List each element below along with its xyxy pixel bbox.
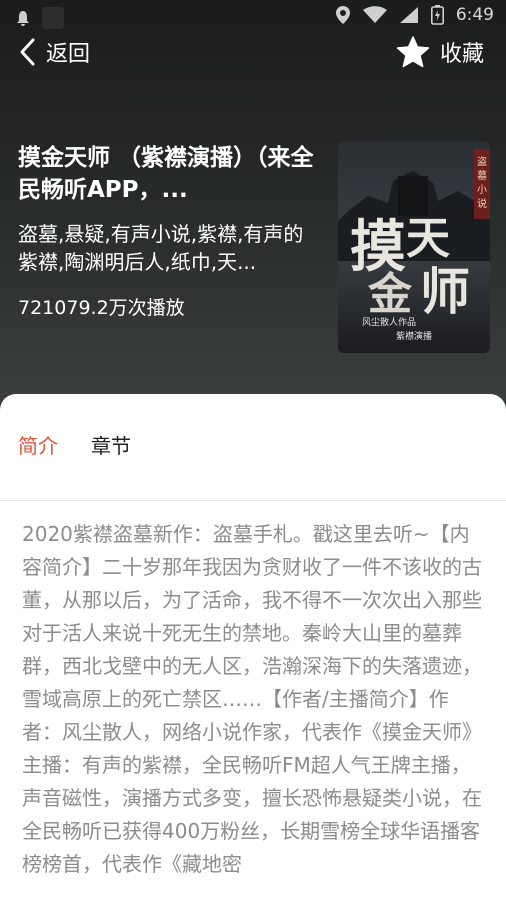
tab-intro[interactable]: 简介	[18, 430, 58, 459]
status-time: 6:49	[455, 5, 494, 25]
favorite-label: 收藏	[439, 42, 484, 67]
location-icon	[335, 6, 350, 24]
status-bar: 6:49	[0, 0, 506, 34]
album-description: 2020紫襟盗墓新作：盗墓手札。戳这里去听~【内容简介】二十岁那年我因为贪财收了…	[22, 522, 482, 876]
cover-subtitle: 风尘散人作品	[362, 316, 416, 328]
notification-icon	[17, 11, 29, 26]
svg-text:墓: 墓	[477, 169, 487, 182]
svg-text:小: 小	[477, 184, 487, 196]
app-icon	[42, 7, 64, 29]
album-cover: 盗 墓 小 说 摸 天 金 师 风尘散人作品 紫襟演播	[338, 141, 490, 353]
star-icon	[396, 36, 430, 68]
back-label: 返回	[46, 42, 91, 67]
cover-side-text: 盗	[477, 155, 487, 168]
favorite-button[interactable]: 收藏	[396, 36, 484, 68]
svg-text:师: 师	[420, 262, 470, 321]
album-title: 摸金天师 （紫襟演播）（来全民畅听APP，...	[18, 145, 314, 203]
content-sheet: 简介 章节 2020紫襟盗墓新作：盗墓手札。戳这里去听~【内容简介】二十岁那年我…	[0, 394, 506, 900]
battery-icon	[430, 5, 444, 25]
top-bar: 返回 收藏	[0, 34, 506, 74]
back-button[interactable]: 返回	[18, 36, 90, 68]
wifi-icon	[362, 6, 387, 23]
chevron-left-icon	[20, 38, 35, 66]
tab-bar: 简介 章节	[0, 430, 506, 470]
divider	[0, 500, 506, 501]
cover-narrator: 紫襟演播	[396, 330, 432, 342]
album-tags: 盗墓,悬疑,有声小说,紫襟,有声的紫襟,陶渊明后人,纸巾,天...	[18, 222, 304, 274]
tab-chapters[interactable]: 章节	[91, 430, 131, 459]
signal-icon	[399, 7, 418, 23]
cover-art: 盗 墓 小 说 摸 天 金 师 风尘散人作品 紫襟演播	[338, 141, 490, 353]
svg-text:天: 天	[406, 213, 450, 264]
album-header: 6:49 返回 收藏 摸金天师 （紫襟演播）（来全民畅听APP，... 盗墓,悬…	[0, 0, 506, 430]
svg-text:说: 说	[477, 197, 487, 210]
play-count: 721079.2万次播放	[18, 297, 185, 319]
svg-text:金: 金	[367, 269, 413, 320]
